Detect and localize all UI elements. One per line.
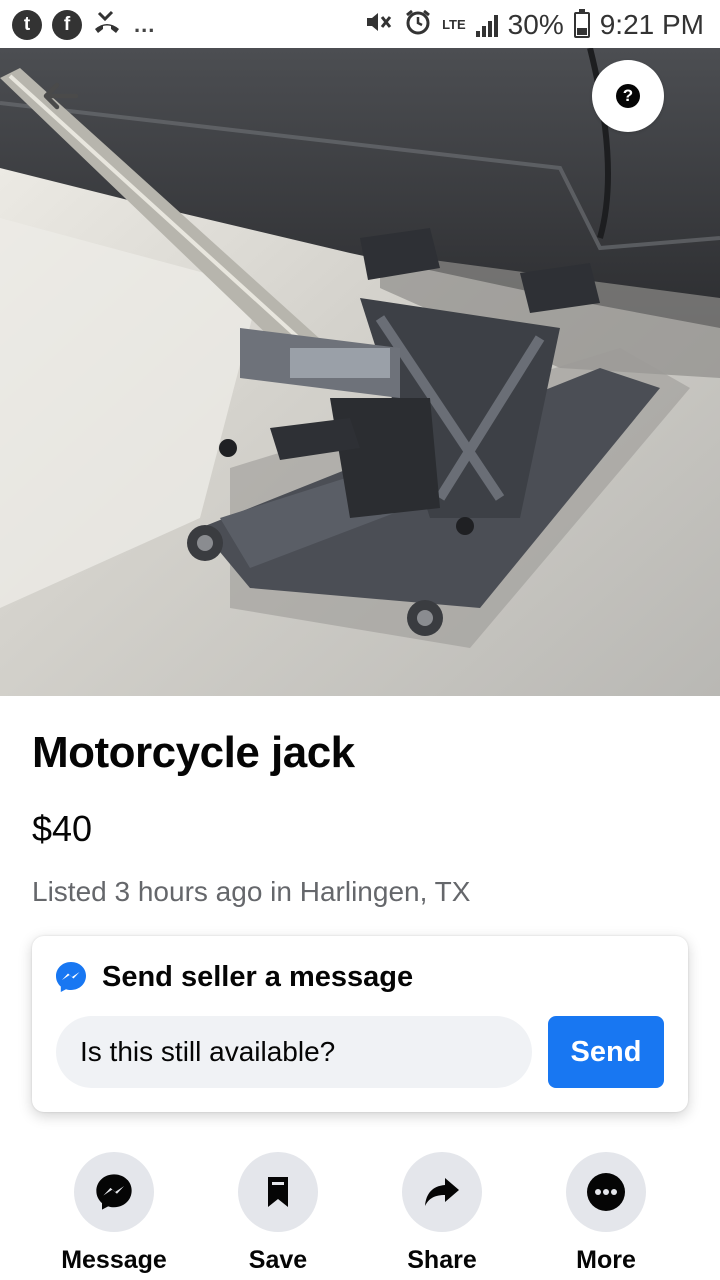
share-action-label: Share	[407, 1246, 477, 1274]
save-action[interactable]: Save	[196, 1152, 360, 1275]
message-card-title: Send seller a message	[102, 960, 414, 993]
missed-call-icon	[92, 9, 122, 40]
status-bar-right: LTE 30% 9:21 PM	[364, 8, 704, 41]
bookmark-icon	[268, 1177, 288, 1207]
message-action[interactable]: Message	[32, 1152, 196, 1275]
more-action-circle[interactable]	[566, 1152, 646, 1232]
listing-title: Motorcycle jack	[32, 728, 355, 777]
message-input[interactable]: Is this still available?	[56, 1016, 532, 1088]
save-action-label: Save	[248, 1246, 308, 1274]
send-button[interactable]: Send	[548, 1016, 664, 1088]
listing-price: $40	[32, 808, 93, 849]
save-action-circle[interactable]	[238, 1152, 318, 1232]
more-action[interactable]: More	[524, 1152, 688, 1275]
message-card-header: Send seller a message	[54, 960, 413, 994]
share-action-circle[interactable]	[402, 1152, 482, 1232]
more-notifications-indicator: ...	[134, 11, 156, 37]
action-bar: Message Save Share More	[0, 1152, 720, 1280]
help-icon: ?	[616, 84, 640, 108]
battery-percent: 30%	[507, 8, 564, 40]
battery-icon	[573, 8, 590, 38]
tumblr-icon: t	[12, 9, 42, 40]
facebook-icon: f	[52, 9, 82, 40]
status-bar-left: t f ...	[12, 9, 155, 40]
messenger-icon	[56, 962, 86, 992]
network-type: LTE	[442, 16, 466, 32]
signal-icon	[475, 13, 498, 37]
mute-icon	[364, 9, 394, 40]
alarm-icon	[404, 8, 432, 41]
listing-photo-image	[0, 48, 720, 696]
share-action[interactable]: Share	[360, 1152, 524, 1275]
share-arrow-icon	[425, 1178, 459, 1206]
message-seller-card: Send seller a message Is this still avai…	[32, 936, 688, 1112]
back-button[interactable]	[30, 72, 90, 120]
messenger-icon	[96, 1174, 132, 1210]
listing-photo[interactable]: ?	[0, 48, 720, 696]
more-dots-icon	[587, 1173, 625, 1211]
status-bar: t f ... LTE 30% 9:21 PM	[0, 0, 720, 48]
message-action-circle[interactable]	[74, 1152, 154, 1232]
back-arrow-icon	[43, 82, 78, 110]
clock: 9:21 PM	[599, 8, 704, 40]
more-action-label: More	[576, 1246, 636, 1274]
listing-meta: Listed 3 hours ago in Harlingen, TX	[32, 876, 471, 907]
help-button[interactable]: ?	[592, 60, 664, 132]
message-action-label: Message	[61, 1246, 167, 1274]
